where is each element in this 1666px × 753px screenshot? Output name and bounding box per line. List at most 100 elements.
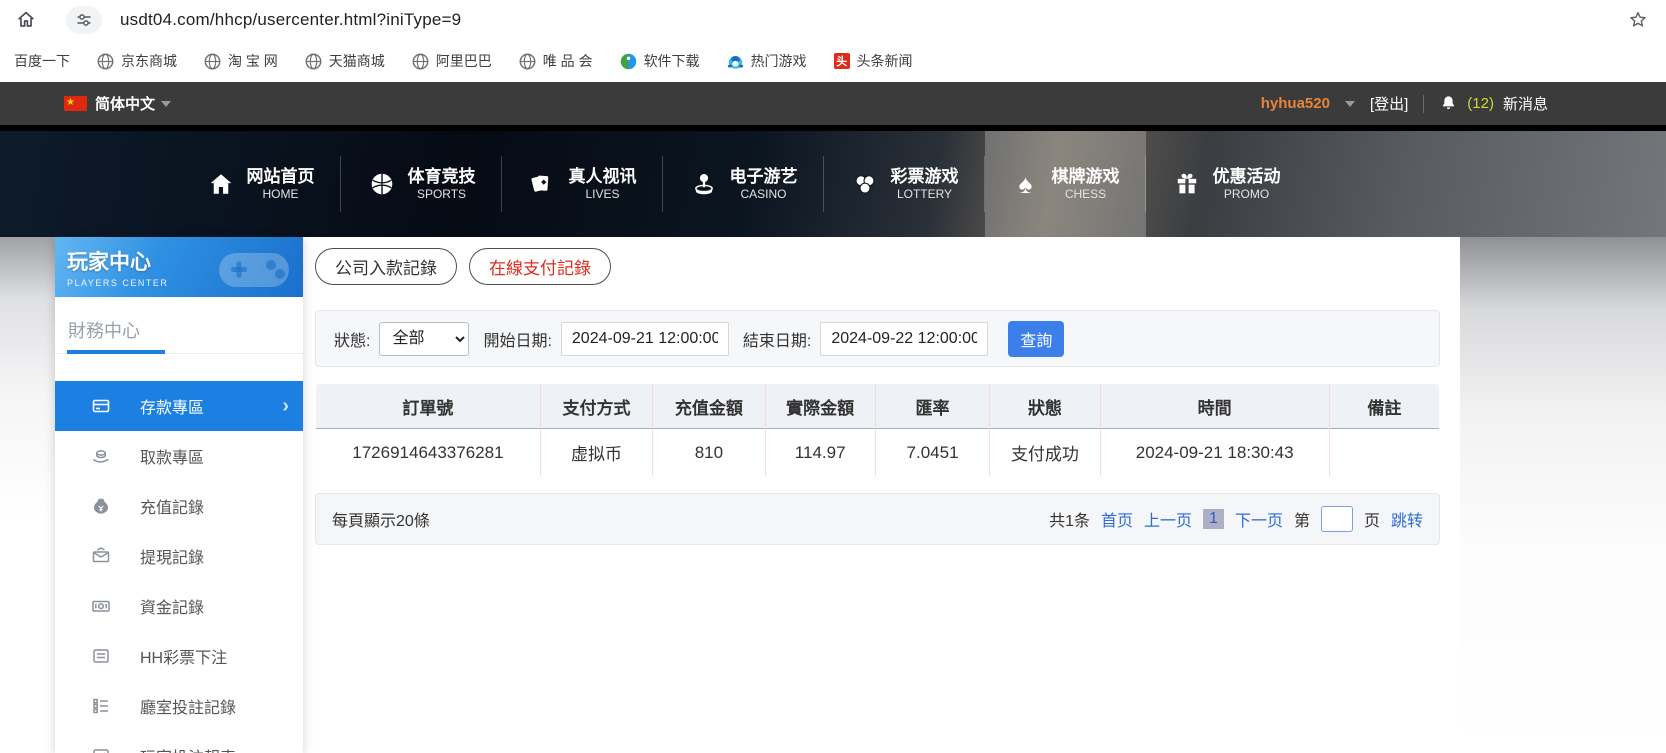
- sidebar-menu: 存款專區 › 取款專區 充值記錄 提現記錄 資金記錄 HH彩票下注 廳室投註記錄: [55, 354, 303, 753]
- record-tabs: 公司入款記錄 在線支付記錄: [315, 248, 1440, 285]
- nav-item-lives[interactable]: 真人视讯 LIVES: [502, 131, 663, 237]
- bell-icon[interactable]: [1439, 94, 1458, 113]
- sidebar-item-label: 存款專區: [140, 400, 205, 417]
- jump-page-input[interactable]: [1320, 506, 1353, 532]
- page-size-label: 每頁顯示20條: [332, 513, 430, 530]
- status-select[interactable]: 全部: [379, 321, 470, 356]
- sidebar-item-funds-record[interactable]: 資金記錄: [55, 581, 303, 631]
- nav-item-chess[interactable]: ♠ 棋牌游戏 CHESS: [985, 131, 1146, 237]
- first-page-link[interactable]: 首页: [1101, 507, 1133, 531]
- cell-actual-amount: 114.97: [764, 428, 876, 476]
- end-date-label: 結束日期:: [742, 332, 812, 350]
- hand-money-icon: [90, 445, 112, 467]
- bookmark-star-icon[interactable]: [1626, 8, 1650, 32]
- language-selector[interactable]: 简体中文: [95, 93, 155, 114]
- house-icon: [207, 170, 235, 198]
- table-row: 1726914643376281 虚拟币 810 114.97 7.0451 支…: [316, 428, 1439, 476]
- col-actual-amount: 實際金額: [764, 384, 876, 429]
- sidebar-item-label: 提現記錄: [140, 550, 205, 567]
- chevron-right-icon: ›: [282, 395, 289, 417]
- sidebar-item-player-bet-report[interactable]: 玩家投注報表: [55, 731, 303, 753]
- site-info-icon: [77, 14, 91, 26]
- home-icon[interactable]: [14, 8, 38, 32]
- software-download-icon: [620, 53, 637, 70]
- jump-label-pre: 第: [1293, 513, 1310, 530]
- jump-label-post: 页: [1363, 513, 1380, 530]
- sidebar-item-hall-bet-record[interactable]: 廳室投註記錄: [55, 681, 303, 731]
- start-date-label: 開始日期:: [483, 332, 552, 350]
- joystick-icon: [690, 170, 718, 198]
- sidebar-item-withdraw-record[interactable]: 提現記錄: [55, 531, 303, 581]
- pagination-bar: 每頁顯示20條 共1条 首页 上一页 1 下一页 第 页 跳转: [315, 493, 1440, 545]
- globe-icon: [305, 53, 322, 70]
- globe-icon: [97, 53, 114, 70]
- col-payment-method: 支付方式: [539, 384, 653, 429]
- end-date-input[interactable]: [820, 321, 989, 356]
- col-remark: 備註: [1328, 384, 1439, 429]
- tab-company-deposit-record[interactable]: 公司入款記錄: [315, 248, 457, 285]
- bookmark-jd[interactable]: 京东商城: [97, 51, 177, 71]
- gift-icon: [1173, 170, 1201, 198]
- sidebar-item-deposit[interactable]: 存款專區 ›: [55, 381, 303, 431]
- bookmark-news[interactable]: 头头条新闻: [833, 51, 913, 71]
- sidebar-item-label: 充值記錄: [140, 500, 205, 517]
- username[interactable]: hyhua520: [1261, 95, 1330, 112]
- bookmark-label: 唯 品 会: [542, 53, 593, 69]
- nav-item-casino[interactable]: 电子游艺 CASINO: [663, 131, 824, 237]
- cell-status: 支付成功: [989, 428, 1101, 476]
- divider: [1423, 94, 1425, 113]
- logout-button[interactable]: [登出]: [1370, 93, 1408, 114]
- sidebar-item-hh-lottery-bet[interactable]: HH彩票下注: [55, 631, 303, 681]
- section-underline: [55, 350, 303, 354]
- toutiao-icon: 头: [833, 53, 850, 69]
- col-status: 狀態: [989, 384, 1101, 429]
- bookmark-software[interactable]: 软件下载: [620, 51, 700, 71]
- new-messages-link[interactable]: 新消息: [1503, 93, 1548, 114]
- current-page-indicator: 1: [1203, 509, 1224, 529]
- bookmark-tmall[interactable]: 天猫商城: [305, 51, 385, 71]
- sidebar-item-withdraw[interactable]: 取款專區: [55, 431, 303, 481]
- tab-online-payment-record[interactable]: 在線支付記錄: [469, 248, 611, 285]
- status-label: 狀態:: [334, 332, 371, 350]
- nav-item-promo[interactable]: 优惠活动 PROMO: [1146, 131, 1307, 237]
- start-date-input[interactable]: [560, 321, 729, 356]
- sidebar-item-recharge-record[interactable]: 充值記錄: [55, 481, 303, 531]
- nav-subtitle: HOME: [262, 187, 299, 202]
- site-info-button[interactable]: [66, 6, 102, 34]
- chevron-down-icon[interactable]: [161, 100, 172, 107]
- nav-title: 体育竞技: [407, 166, 476, 186]
- filter-bar: 狀態: 全部 開始日期: 結束日期: 查詢: [315, 310, 1440, 367]
- bookmark-games[interactable]: 热门游戏: [727, 51, 807, 71]
- table-header-row: 訂單號 支付方式 充值金額 實際金額 匯率 狀態 時間 備註: [316, 384, 1439, 429]
- nav-title: 彩票游戏: [890, 166, 959, 186]
- message-count[interactable]: (12): [1467, 95, 1494, 112]
- page: usdt04.com/hhcp/usercenter.html?iniType=…: [0, 0, 1666, 753]
- jump-button[interactable]: 跳转: [1391, 507, 1423, 531]
- sidebar-item-label: 取款專區: [140, 450, 205, 467]
- bookmark-label: 阿里巴巴: [435, 53, 492, 69]
- nav-item-sports[interactable]: 体育竞技 SPORTS: [341, 131, 502, 237]
- bookmark-alibaba[interactable]: 阿里巴巴: [412, 51, 492, 71]
- cell-payment-method: 虚拟币: [539, 428, 653, 476]
- bookmark-label: 热门游戏: [750, 53, 807, 69]
- chevron-down-icon[interactable]: [1344, 100, 1355, 107]
- sidebar-item-label: 玩家投注報表: [140, 744, 236, 753]
- penguin-icon: [727, 53, 744, 70]
- nav-item-lottery[interactable]: 彩票游戏 LOTTERY: [824, 131, 985, 237]
- bookmark-baidu[interactable]: 百度一下: [14, 51, 70, 71]
- bookmark-vip[interactable]: 唯 品 会: [519, 51, 593, 71]
- bookmarks-bar: 百度一下 京东商城 淘 宝 网 天猫商城 阿里巴巴 唯 品 会 软件下载 热门游…: [0, 40, 1666, 82]
- next-page-link[interactable]: 下一页: [1235, 507, 1283, 531]
- nav-item-home[interactable]: 网站首页 HOME: [180, 131, 341, 237]
- sidebar-item-label: 廳室投註記錄: [140, 700, 237, 717]
- prev-page-link[interactable]: 上一页: [1144, 507, 1192, 531]
- main-navigation: 网站首页 HOME 体育竞技 SPORTS 真人视讯 LIVES 电子游艺 CASINO…: [0, 125, 1666, 237]
- nav-subtitle: CASINO: [740, 187, 787, 202]
- bookmark-taobao[interactable]: 淘 宝 网: [204, 51, 278, 71]
- search-button[interactable]: 查詢: [1008, 320, 1065, 357]
- address-bar[interactable]: usdt04.com/hhcp/usercenter.html?iniType=…: [120, 10, 461, 30]
- bookmark-label: 百度一下: [14, 53, 70, 69]
- lottery-balls-icon: [851, 170, 879, 198]
- nav-subtitle: CHESS: [1064, 187, 1107, 202]
- nav-subtitle: LIVES: [585, 187, 620, 202]
